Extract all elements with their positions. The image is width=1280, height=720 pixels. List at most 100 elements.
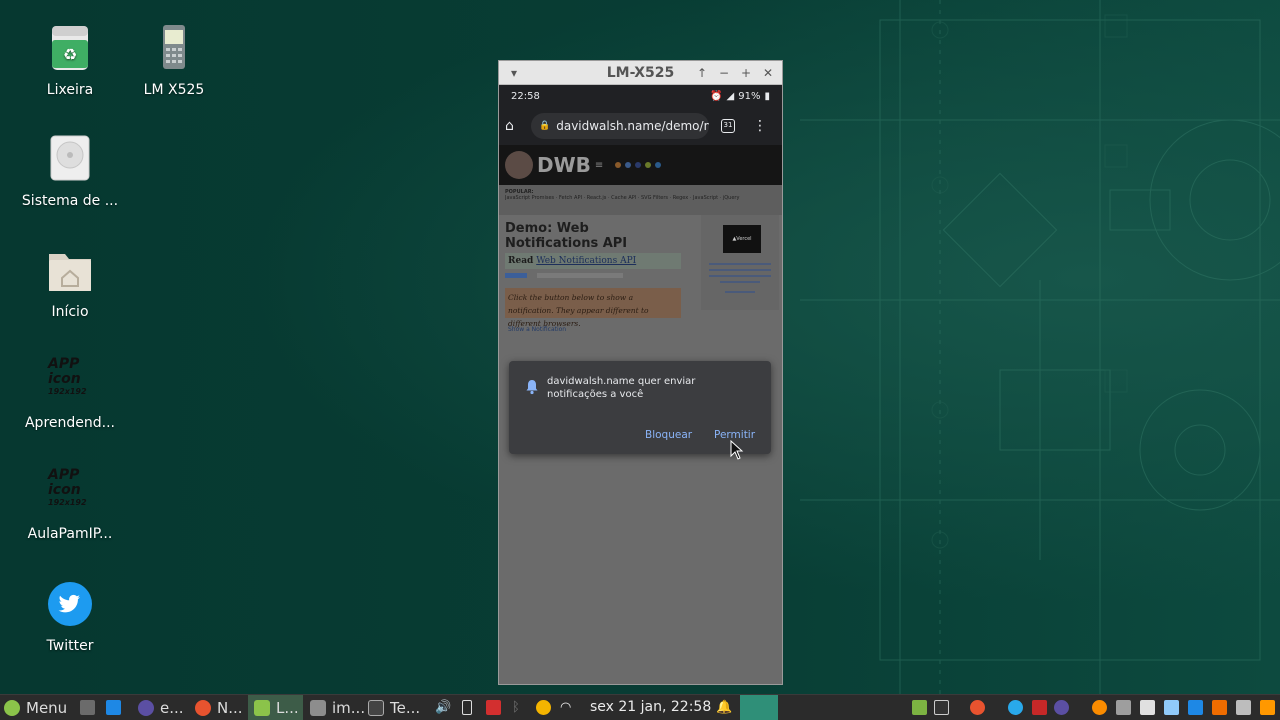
ad-logo: ▲Vercel — [723, 225, 761, 253]
desktop-icon-label: LM X525 — [143, 82, 205, 98]
desktop-icon-home[interactable]: Início — [18, 246, 122, 320]
tray-orange-app-icon[interactable] — [1260, 700, 1275, 715]
dialog-message: davidwalsh.name quer enviar notificações… — [547, 376, 696, 400]
trash-icon: ♻ — [46, 24, 94, 72]
update-manager-icon[interactable] — [486, 700, 501, 715]
site-header: DWB ≡ — [499, 145, 782, 185]
desktop-icon-label: Lixeira — [46, 82, 94, 98]
taskbar-window-eclipse[interactable]: e... — [138, 695, 184, 720]
close-icon[interactable]: ✕ — [759, 64, 777, 82]
ad-text-lines — [709, 263, 771, 293]
folder-icon — [310, 700, 326, 716]
blender-icon[interactable] — [1092, 700, 1107, 715]
desktop-icon-label: Twitter — [46, 638, 94, 654]
mouse-cursor-icon — [730, 440, 744, 460]
alarm-icon: ⏰ — [710, 90, 723, 102]
twitter-icon — [46, 580, 94, 628]
site-menu-icon[interactable]: ≡ — [595, 160, 603, 171]
ad-box[interactable]: ▲Vercel — [701, 215, 779, 310]
desktop-icon-twitter[interactable]: Twitter — [18, 580, 122, 654]
url-text: davidwalsh.name/demo/not — [556, 119, 709, 133]
desktop-icon-label: AulaPamIP... — [27, 526, 113, 542]
share-buttons[interactable] — [505, 273, 625, 278]
note-box: Click the button below to show a notific… — [505, 288, 681, 328]
social-icons — [615, 162, 662, 168]
tray-gamepad-icon[interactable] — [1116, 700, 1131, 715]
bluetooth-icon[interactable]: ᛒ — [512, 700, 527, 715]
more-options-icon[interactable]: ⋮ — [753, 118, 767, 134]
desktop-icon-label: Sistema de ... — [21, 193, 119, 209]
read-article-bar: Read Web Notifications API — [505, 253, 681, 269]
document-icon[interactable] — [1164, 700, 1179, 715]
phone-icon — [150, 24, 198, 72]
tray-red-app-icon[interactable] — [1032, 700, 1047, 715]
mint-logo-icon — [4, 700, 20, 716]
volume-icon[interactable]: 🔊 — [435, 700, 451, 715]
tray-app-icon[interactable] — [912, 700, 927, 715]
taskbar-window-terminal[interactable]: Te... — [368, 695, 420, 720]
svg-text:♻: ♻ — [63, 45, 77, 64]
page-title: Demo: Web Notifications API — [505, 221, 628, 251]
eclipse-icon — [138, 700, 154, 716]
browser-page: DWB ≡ POPULAR: JavaScript Promises · Fet… — [499, 145, 782, 684]
telegram-icon[interactable] — [1008, 700, 1023, 715]
taskbar: Menu e... N... L... im... Te... 🔊 ᛒ ◠ se… — [0, 694, 1280, 720]
tray-eclipse-icon[interactable] — [1054, 700, 1069, 715]
status-time: 22:58 — [511, 90, 540, 102]
desktop-icon-device[interactable]: LM X525 — [122, 24, 226, 98]
battery-tray-icon[interactable] — [462, 700, 472, 715]
file-manager-launcher-icon[interactable] — [106, 700, 121, 715]
app-icon: APP icon 192x192 — [48, 356, 87, 397]
emulator-titlebar[interactable]: ▾ LM-X525 ↑ − + ✕ — [499, 61, 782, 85]
terminal-icon — [368, 700, 384, 716]
signal-icon: ◢ — [726, 90, 735, 102]
android-icon — [254, 700, 270, 716]
disk-icon — [46, 135, 94, 183]
app-icon: APP icon 192x192 — [48, 467, 87, 508]
tray-firefox-icon[interactable] — [970, 700, 985, 715]
maximize-icon[interactable]: + — [737, 64, 755, 82]
workspace-switcher[interactable] — [740, 695, 778, 720]
show-notification-link[interactable]: Show a Notification — [505, 326, 776, 333]
home-folder-icon — [46, 246, 94, 294]
clock[interactable]: sex 21 jan, 22:58 — [590, 699, 711, 715]
notification-bell-icon[interactable]: 🔔 — [716, 700, 732, 715]
tray-terminal-icon[interactable] — [934, 700, 949, 715]
battery-icon: ▮ — [764, 90, 770, 102]
popular-bar: POPULAR: JavaScript Promises · Fetch API… — [499, 185, 782, 215]
desktop-icon-trash[interactable]: ♻ Lixeira — [18, 24, 122, 98]
vlc-icon[interactable] — [1212, 700, 1227, 715]
desktop-icon-label: Aprendend... — [24, 415, 115, 431]
taskbar-window-firefox[interactable]: N... — [195, 695, 243, 720]
tray-misc-icon[interactable] — [1236, 700, 1251, 715]
read-article-link[interactable]: Web Notifications API — [536, 256, 636, 266]
taskbar-window-emulator[interactable]: L... — [248, 695, 303, 720]
emulator-window: ▾ LM-X525 ↑ − + ✕ 22:58 ⏰ ◢ 91% ▮ ⌂ 🔒 da… — [498, 60, 783, 685]
block-button[interactable]: Bloquear — [645, 429, 692, 441]
bell-icon — [526, 380, 538, 395]
phone-status-bar: 22:58 ⏰ ◢ 91% ▮ — [499, 85, 782, 107]
browser-toolbar: ⌂ 🔒 davidwalsh.name/demo/not 31 ⋮ — [499, 107, 782, 145]
tabs-count-button[interactable]: 31 — [721, 119, 735, 133]
minimize-icon[interactable]: − — [715, 64, 733, 82]
taskbar-window-folder[interactable]: im... — [310, 695, 365, 720]
site-logo: DWB — [537, 153, 591, 177]
menu-button[interactable]: Menu — [4, 695, 67, 720]
desktop-icon-app-aprendendo[interactable]: APP icon 192x192 Aprendend... — [18, 356, 122, 432]
desktop-icon-label: Início — [51, 304, 89, 320]
url-bar[interactable]: 🔒 davidwalsh.name/demo/not — [531, 113, 709, 139]
text-editor-icon[interactable] — [1140, 700, 1155, 715]
firefox-icon — [195, 700, 211, 716]
battery-percent: 91% — [738, 90, 761, 102]
popular-links[interactable]: JavaScript Promises · Fetch API · React.… — [505, 195, 776, 201]
wifi-icon[interactable]: ◠ — [560, 700, 575, 715]
show-desktop-icon[interactable] — [80, 700, 95, 715]
desktop-icon-filesystem[interactable]: Sistema de ... — [18, 135, 122, 209]
redshift-icon[interactable] — [536, 700, 551, 715]
site-logo-emblem-icon — [505, 151, 533, 179]
lock-icon: 🔒 — [539, 121, 551, 131]
home-icon[interactable]: ⌂ — [505, 118, 521, 134]
keep-above-arrow-icon[interactable]: ↑ — [693, 64, 711, 82]
vscode-icon[interactable] — [1188, 700, 1203, 715]
desktop-icon-app-aulapam[interactable]: APP icon 192x192 AulaPamIP... — [18, 467, 122, 543]
